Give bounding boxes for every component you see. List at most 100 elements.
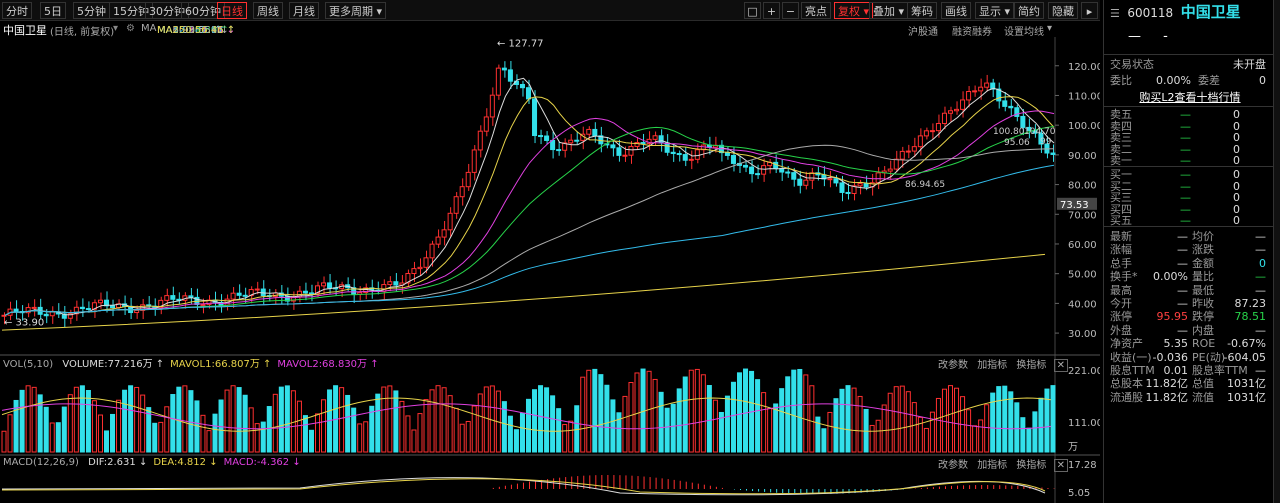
volume-bar — [134, 386, 140, 453]
display-label: 显示 — [979, 5, 1001, 18]
volume-bar — [254, 423, 260, 453]
stat-row: 总股本 11.82亿 总值 1031亿 — [1110, 377, 1270, 390]
vol-close-icon[interactable]: ✕ — [1053, 359, 1068, 372]
candle-body — [519, 83, 525, 89]
volume-bar — [345, 394, 351, 453]
candle-body — [978, 86, 984, 92]
overlay-button[interactable]: 叠加 ▾ — [869, 2, 909, 19]
ma10-line — [4, 96, 1055, 316]
period-tab-timeshare[interactable]: 分时 — [2, 2, 32, 19]
stat-value-a: — — [1177, 243, 1188, 257]
volume-bar — [839, 388, 845, 453]
window-icon[interactable]: □ — [744, 2, 761, 19]
volume-bar — [170, 394, 176, 453]
hk-connect-link[interactable]: 沪股通 — [908, 23, 938, 38]
volume-bar — [809, 385, 815, 453]
volume-bar — [471, 405, 477, 453]
candle-body — [550, 139, 556, 151]
period-tab-monthly[interactable]: 月线 — [289, 2, 319, 19]
candle-body — [544, 135, 550, 141]
stat-label-b: 总值 — [1192, 377, 1214, 391]
macd-close-icon[interactable]: ✕ — [1053, 459, 1068, 472]
volume-bar — [399, 400, 405, 453]
zoom-in-icon[interactable]: + — [763, 2, 780, 19]
chart-mode: (日线, 前复权) — [50, 27, 115, 38]
price-tick-label: 40.00 — [1068, 299, 1097, 310]
volume-bar — [604, 384, 610, 453]
stat-value-b: 78.51 — [1234, 310, 1267, 324]
kline-chart[interactable]: 120.00 110.00 100.00 90.00 80.00 70.00 60.00 50… — [0, 37, 1100, 503]
volume-bar — [1050, 385, 1056, 453]
candle-body — [302, 290, 308, 294]
highlights-button[interactable]: 亮点 — [801, 2, 831, 19]
display-button[interactable]: 显示 ▾ — [975, 2, 1015, 19]
stat-value-a: — — [1177, 230, 1188, 243]
macd-switch-indicator[interactable]: 换指标 — [1016, 460, 1046, 471]
set-ma-link[interactable]: 设置均线 — [1004, 23, 1044, 38]
adjust-button[interactable]: 复权 ▾ — [834, 2, 874, 19]
ma-header: 中国卫星 (日线, 前复权) ▾ ⚙ MA MA5:98.55 ↑ MA10:10… — [0, 21, 1100, 38]
l2-link[interactable]: 购买L2查看十档行情 — [1110, 91, 1270, 104]
period-tab-5day[interactable]: 5日 — [40, 2, 66, 19]
volume-bar — [266, 406, 272, 453]
ma-inline-label: 100.80 — [993, 127, 1025, 137]
volume-bar — [881, 404, 887, 453]
candle-body — [49, 311, 55, 317]
macd-add-indicator[interactable]: 加指标 — [977, 460, 1007, 471]
vol-add-indicator[interactable]: 加指标 — [977, 360, 1007, 371]
volume-bar — [19, 389, 25, 453]
more-periods-dropdown[interactable]: 更多周期 ▾ — [325, 2, 387, 19]
stat-row: 外盘 — 内盘 — — [1110, 324, 1270, 337]
volume-bar — [827, 411, 833, 453]
ma20-line — [4, 110, 1055, 316]
candle-body — [393, 281, 399, 286]
ma5-line — [4, 77, 1055, 316]
margin-link[interactable]: 融资融券 — [952, 23, 992, 38]
simple-button[interactable]: 简约 — [1014, 2, 1044, 19]
stat-row: 净资产 5.35 ROE -0.67% — [1110, 337, 1270, 350]
price-tick-label: 80.00 — [1068, 181, 1097, 192]
volume-bar — [260, 421, 266, 453]
stat-label-a: 总手 — [1110, 256, 1132, 270]
period-tab-weekly[interactable]: 周线 — [253, 2, 283, 19]
trade-status-row: 交易状态 未开盘 — [1110, 58, 1270, 71]
volume-bar — [652, 378, 658, 453]
price-tick-label: 50.00 — [1068, 270, 1097, 281]
panel-menu-icon[interactable]: ☰ — [1110, 7, 1120, 20]
volume-bar — [568, 420, 574, 453]
set-ma-chevron-icon[interactable]: ▾ — [1047, 23, 1052, 34]
mode-chevron-icon[interactable]: ▾ — [113, 23, 118, 34]
stat-value-b: — — [1255, 364, 1266, 377]
zoom-out-icon[interactable]: − — [782, 2, 799, 19]
volume-bar — [779, 388, 785, 453]
candle-body — [743, 164, 749, 168]
macd-edit-params[interactable]: 改参数 — [938, 460, 968, 471]
period-tab-5min[interactable]: 5分钟 — [73, 2, 110, 19]
adjust-label: 复权 — [838, 5, 860, 18]
vol-tick-label: 111.00 — [1068, 418, 1100, 429]
vol-label: VOL(5,10) — [3, 359, 54, 370]
stat-label-a: 股息TTM — [1110, 364, 1155, 377]
volume-bar — [97, 414, 103, 453]
period-tab-daily[interactable]: 日线 — [217, 2, 247, 19]
candle-body — [260, 288, 266, 297]
hide-button[interactable]: 隐藏 — [1048, 2, 1078, 19]
price-tick-label: 70.00 — [1068, 210, 1097, 221]
candle-body — [200, 303, 206, 306]
candle-body — [887, 168, 893, 172]
stat-row: 换手* 0.00% 量比 — — [1110, 270, 1270, 283]
volume-bar — [67, 394, 73, 453]
collapse-arrow-icon[interactable]: ▸ — [1081, 2, 1098, 19]
candle-body — [682, 154, 688, 161]
stat-value-b: — — [1255, 323, 1266, 337]
vol-switch-indicator[interactable]: 换指标 — [1016, 360, 1046, 371]
change-dash: - — [1163, 29, 1168, 44]
vol-edit-params[interactable]: 改参数 — [938, 360, 968, 371]
candle-body — [525, 87, 532, 100]
macd-value-0: DIF:2.631 ↓ — [88, 457, 148, 468]
weibi-value: 0.00% — [1156, 74, 1191, 87]
chips-button[interactable]: 筹码 — [907, 2, 937, 19]
draw-button[interactable]: 画线 — [941, 2, 971, 19]
macd-label: MACD(12,26,9) — [3, 457, 79, 468]
settings-gear-icon[interactable]: ⚙ — [126, 23, 135, 34]
